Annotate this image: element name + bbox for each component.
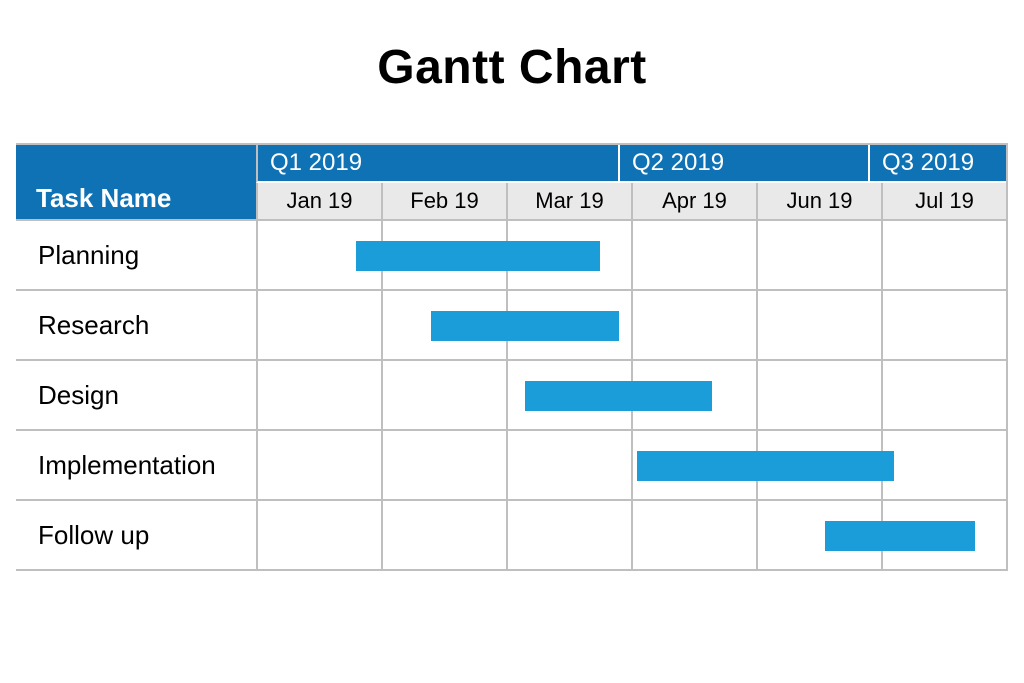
month-cell: Jul 19 bbox=[881, 183, 1006, 221]
grid-cell bbox=[881, 361, 1006, 429]
task-row: Planning bbox=[16, 221, 1006, 291]
task-bar bbox=[431, 311, 619, 341]
quarter-header-row: Q1 2019Q2 2019Q3 2019 bbox=[16, 145, 1006, 183]
month-header-row: Task Name Jan 19Feb 19Mar 19Apr 19Jun 19… bbox=[16, 183, 1006, 221]
grid-cell bbox=[756, 291, 881, 359]
grid-cell bbox=[256, 431, 381, 499]
quarter-cell: Q3 2019 bbox=[868, 145, 1006, 183]
task-name-cell: Follow up bbox=[16, 501, 256, 571]
month-cell: Feb 19 bbox=[381, 183, 506, 221]
task-bar bbox=[356, 241, 600, 271]
grid-cell bbox=[256, 291, 381, 359]
task-name-cell: Research bbox=[16, 291, 256, 361]
task-name-header: Task Name bbox=[16, 183, 256, 221]
task-bar bbox=[637, 451, 893, 481]
grid-cell bbox=[506, 501, 631, 569]
task-bar bbox=[825, 521, 975, 551]
grid-cell bbox=[881, 431, 1006, 499]
gantt-chart: Q1 2019Q2 2019Q3 2019 Task Name Jan 19Fe… bbox=[16, 143, 1008, 571]
grid-cell bbox=[756, 221, 881, 289]
month-cell: Mar 19 bbox=[506, 183, 631, 221]
grid-cell bbox=[381, 501, 506, 569]
task-row: Implementation bbox=[16, 431, 1006, 501]
month-cell: Jun 19 bbox=[756, 183, 881, 221]
grid-cell bbox=[881, 291, 1006, 359]
task-row: Design bbox=[16, 361, 1006, 431]
month-cell: Apr 19 bbox=[631, 183, 756, 221]
grid-cell bbox=[631, 501, 756, 569]
quarter-cell: Q1 2019 bbox=[256, 145, 618, 183]
grid-cell bbox=[256, 361, 381, 429]
task-bar-strip bbox=[256, 361, 1006, 431]
grid-cell bbox=[256, 501, 381, 569]
task-name-cell: Planning bbox=[16, 221, 256, 291]
task-bar-strip bbox=[256, 291, 1006, 361]
task-bar bbox=[525, 381, 713, 411]
grid-cell bbox=[631, 291, 756, 359]
task-row: Follow up bbox=[16, 501, 1006, 571]
task-name-header-top bbox=[16, 145, 256, 183]
task-bar-strip bbox=[256, 221, 1006, 291]
grid-cell bbox=[631, 221, 756, 289]
grid-cell bbox=[881, 221, 1006, 289]
task-bar-strip bbox=[256, 431, 1006, 501]
task-bar-strip bbox=[256, 501, 1006, 571]
grid-cell bbox=[756, 361, 881, 429]
task-name-cell: Implementation bbox=[16, 431, 256, 501]
grid-cell bbox=[381, 361, 506, 429]
month-cell: Jan 19 bbox=[256, 183, 381, 221]
chart-title: Gantt Chart bbox=[16, 40, 1008, 95]
grid-cell bbox=[381, 431, 506, 499]
task-name-cell: Design bbox=[16, 361, 256, 431]
quarter-cell: Q2 2019 bbox=[618, 145, 868, 183]
grid-cell bbox=[506, 431, 631, 499]
task-row: Research bbox=[16, 291, 1006, 361]
